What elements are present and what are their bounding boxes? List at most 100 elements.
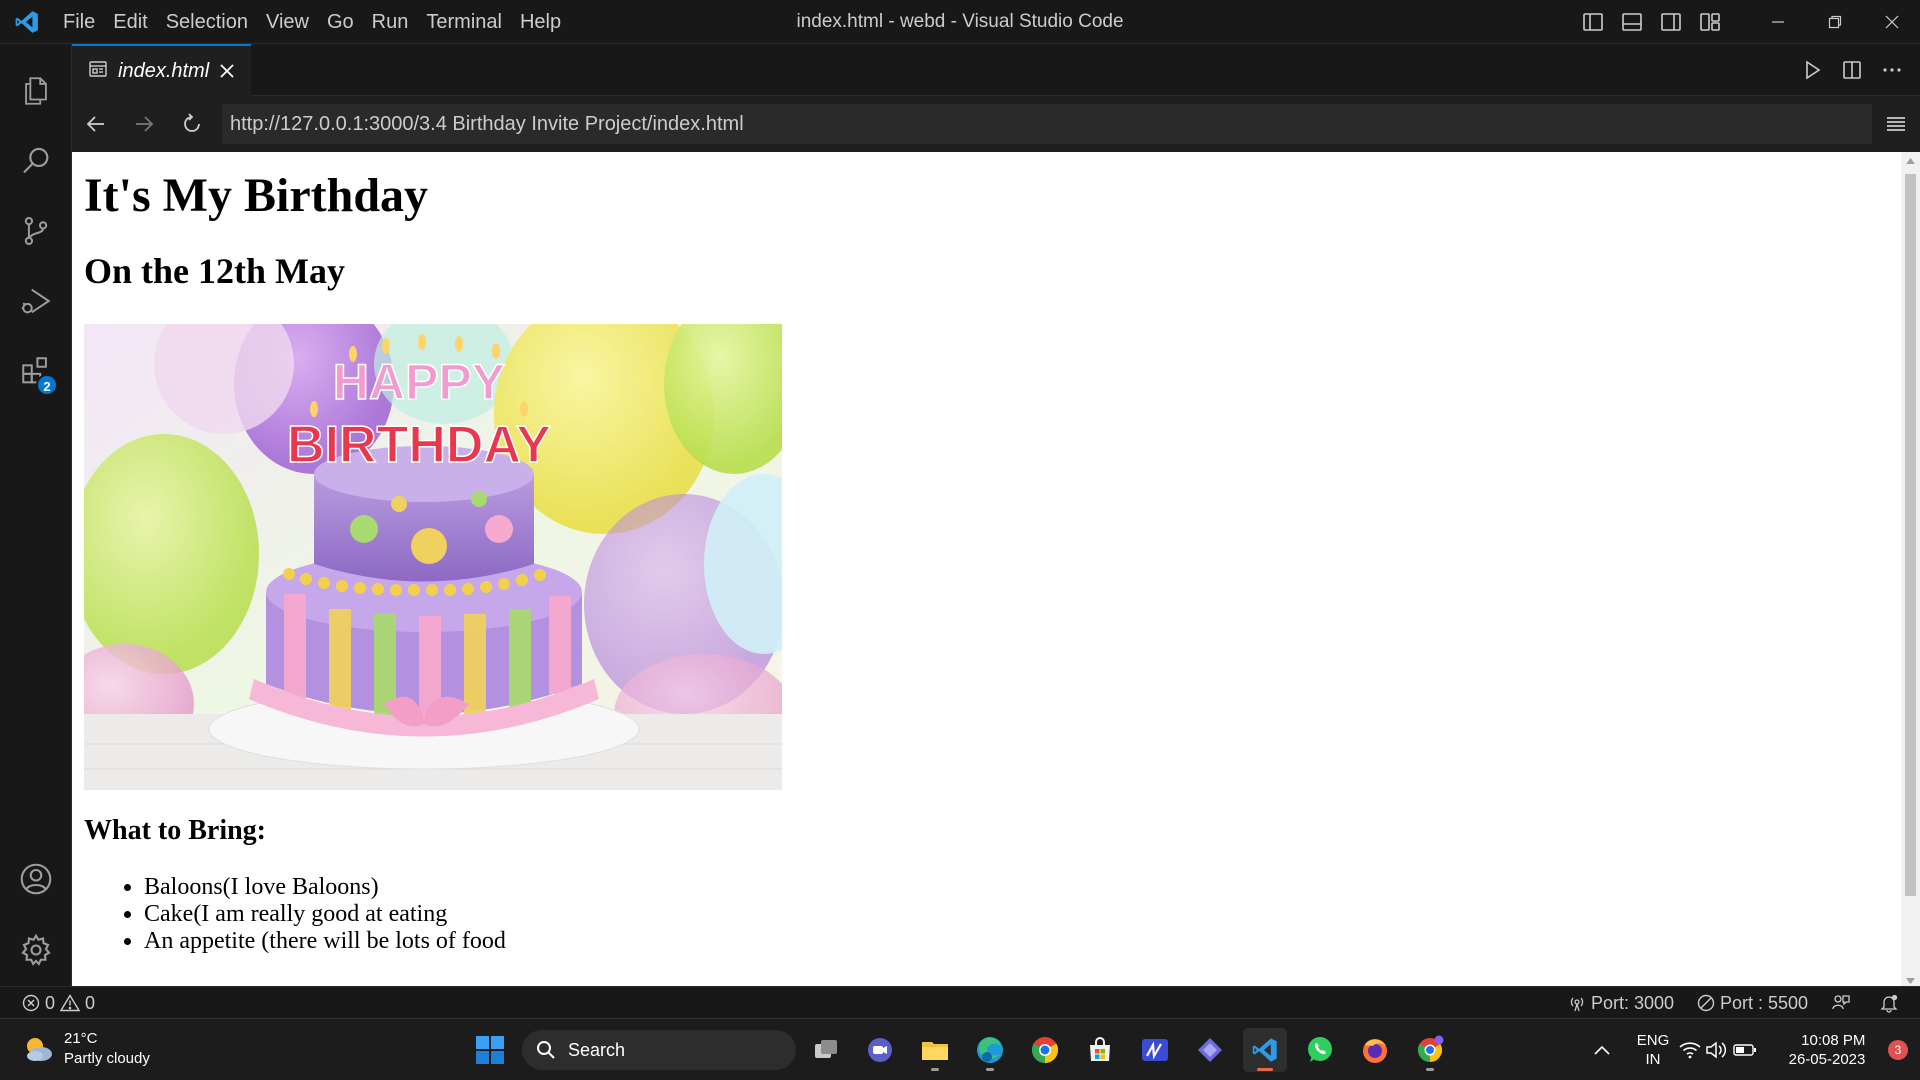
- partly-cloudy-icon: [27, 1038, 52, 1061]
- toggle-panel-icon[interactable]: [1612, 0, 1651, 44]
- list-item: Baloons(I love Baloons): [144, 874, 506, 901]
- clock[interactable]: 10:08 PM 26-05-2023: [1772, 1019, 1882, 1080]
- error-count: 0: [45, 992, 56, 1013]
- vscode-taskbar-icon[interactable]: [1243, 1028, 1287, 1072]
- weather-widget[interactable]: 21°C Partly cloudy: [22, 1029, 150, 1069]
- whiteboard-app-icon[interactable]: [1133, 1028, 1177, 1072]
- bring-list: Baloons(I love Baloons) Cake(I am really…: [144, 874, 506, 955]
- scroll-down-icon[interactable]: [1906, 978, 1915, 984]
- search-label: Search: [568, 1039, 626, 1060]
- source-control-icon[interactable]: [0, 196, 72, 266]
- cake-happy-text: HAPPY: [333, 354, 505, 410]
- tab-label: index.html: [118, 59, 210, 82]
- cake-birthday-text: BIRTHDAY: [287, 416, 551, 474]
- list-item: Cake(I am really good at eating: [144, 901, 506, 928]
- page-title: It's My Birthday: [84, 169, 429, 222]
- menu-view[interactable]: View: [257, 0, 318, 44]
- chrome-icon[interactable]: [1023, 1028, 1067, 1072]
- power-automate-icon[interactable]: [1188, 1028, 1232, 1072]
- teams-chat-icon[interactable]: [858, 1028, 902, 1072]
- tab-index-html[interactable]: index.html: [72, 44, 251, 96]
- live-server-label: Port : 5500: [1720, 992, 1809, 1013]
- menu-bar: File Edit Selection View Go Run Terminal…: [54, 0, 570, 44]
- split-editor-icon[interactable]: [1832, 44, 1872, 96]
- menu-edit[interactable]: Edit: [104, 0, 156, 44]
- language-code: ENG: [1636, 1032, 1670, 1049]
- clock-time: 10:08 PM: [1801, 1032, 1866, 1049]
- customize-layout-icon[interactable]: [1690, 0, 1729, 44]
- quick-settings[interactable]: [1678, 1019, 1758, 1080]
- menu-terminal[interactable]: Terminal: [417, 0, 511, 44]
- search-icon[interactable]: [0, 126, 72, 196]
- volume-icon: [1706, 1041, 1727, 1059]
- url-input[interactable]: [222, 104, 1872, 144]
- feedback-icon[interactable]: [1831, 987, 1851, 1019]
- scroll-up-icon[interactable]: [1906, 158, 1915, 164]
- wifi-icon: [1679, 1042, 1701, 1059]
- scroll-thumb[interactable]: [1905, 174, 1916, 896]
- chrome-profile-icon[interactable]: [1408, 1028, 1452, 1072]
- status-bar: 0 0 Port: 3000 Port : 5500: [0, 986, 1920, 1018]
- bring-heading: What to Bring:: [84, 815, 266, 846]
- taskbar-search[interactable]: Search: [522, 1030, 796, 1070]
- running-indicator: [1426, 1068, 1434, 1071]
- file-explorer-icon[interactable]: [913, 1028, 957, 1072]
- browser-nav-bar: [72, 96, 1920, 152]
- title-bar: File Edit Selection View Go Run Terminal…: [0, 0, 1920, 44]
- close-window-icon[interactable]: [1863, 0, 1920, 44]
- toggle-secondary-sidebar-icon[interactable]: [1651, 0, 1690, 44]
- broadcast-icon: [1570, 997, 1584, 1012]
- more-actions-icon[interactable]: [1872, 44, 1912, 96]
- clock-date: 26-05-2023: [1788, 1051, 1866, 1068]
- menu-selection[interactable]: Selection: [157, 0, 257, 44]
- problems-indicator[interactable]: 0 0: [22, 987, 95, 1019]
- settings-gear-icon[interactable]: [0, 915, 72, 985]
- minimize-icon[interactable]: [1749, 0, 1806, 44]
- firefox-icon[interactable]: [1353, 1028, 1397, 1072]
- extensions-icon[interactable]: 2: [0, 336, 72, 406]
- run-icon[interactable]: [1792, 44, 1832, 96]
- active-indicator: [1257, 1068, 1273, 1071]
- birthday-cake-image: HAPPY BIRTHDAY: [84, 324, 782, 790]
- search-icon: [537, 1041, 555, 1059]
- warning-count: 0: [85, 992, 96, 1013]
- region-code: IN: [1645, 1051, 1661, 1068]
- hamburger-menu-icon[interactable]: [1876, 96, 1916, 152]
- vscode-logo-icon: [0, 0, 54, 44]
- input-language[interactable]: ENG IN: [1628, 1019, 1678, 1080]
- error-icon: [22, 994, 40, 1012]
- close-icon[interactable]: [219, 63, 235, 79]
- list-item: An appetite (there will be lots of food: [144, 928, 506, 955]
- page-subtitle: On the 12th May: [84, 251, 345, 291]
- run-debug-icon[interactable]: [0, 266, 72, 336]
- whatsapp-icon[interactable]: [1298, 1028, 1342, 1072]
- preview-icon: [88, 59, 108, 84]
- notifications-bell-icon[interactable]: [1879, 987, 1899, 1019]
- port-forward-status[interactable]: Port: 3000: [1568, 987, 1674, 1019]
- battery-icon: [1733, 1044, 1756, 1056]
- back-arrow-icon[interactable]: [72, 96, 120, 152]
- live-server-status[interactable]: Port : 5500: [1697, 987, 1808, 1019]
- restore-icon[interactable]: [1806, 0, 1863, 44]
- task-view-icon[interactable]: [804, 1028, 848, 1072]
- menu-run[interactable]: Run: [363, 0, 418, 44]
- show-hidden-icons-chevron-icon[interactable]: [1584, 1019, 1620, 1080]
- menu-go[interactable]: Go: [318, 0, 363, 44]
- forward-arrow-icon[interactable]: [120, 96, 168, 152]
- weather-condition: Partly cloudy: [64, 1050, 150, 1067]
- accounts-icon[interactable]: [0, 844, 72, 914]
- os-taskbar: 21°C Partly cloudy Search ENG IN 10:08 P…: [0, 1018, 1920, 1080]
- microsoft-store-icon[interactable]: [1078, 1028, 1122, 1072]
- temperature: 21°C: [64, 1030, 98, 1047]
- edge-browser-icon[interactable]: [968, 1028, 1012, 1072]
- reload-icon[interactable]: [168, 96, 216, 152]
- no-entry-icon: [1697, 994, 1715, 1012]
- running-indicator: [986, 1068, 994, 1071]
- windows-start-icon[interactable]: [470, 1030, 510, 1070]
- explorer-icon[interactable]: [0, 56, 72, 126]
- notification-count-badge[interactable]: 3: [1888, 1040, 1908, 1060]
- menu-file[interactable]: File: [54, 0, 104, 44]
- menu-help[interactable]: Help: [511, 0, 570, 44]
- toggle-primary-sidebar-icon[interactable]: [1573, 0, 1612, 44]
- page-scrollbar[interactable]: [1901, 152, 1920, 986]
